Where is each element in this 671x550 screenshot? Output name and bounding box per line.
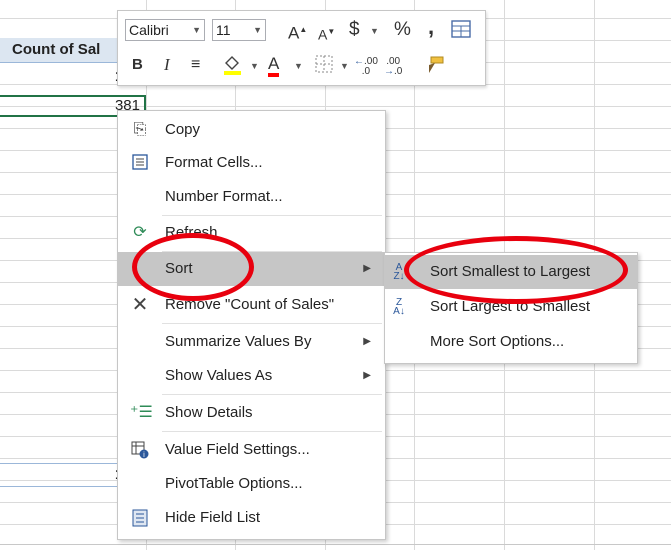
menu-item-label: Show Details bbox=[165, 404, 253, 421]
font-size-box[interactable]: 11 ▼ bbox=[212, 19, 266, 41]
format-cells-icon bbox=[130, 154, 150, 172]
pivot-header-label: Count of Sal bbox=[12, 41, 101, 58]
decrease-decimal-icon[interactable]: .00 →.0 bbox=[384, 57, 402, 77]
annotation-circle-sort bbox=[132, 233, 254, 301]
menu-separator bbox=[162, 394, 382, 395]
center-align-icon[interactable]: ≡ bbox=[191, 55, 200, 75]
format-painter-icon[interactable] bbox=[423, 55, 445, 81]
menu-item-hide-field-list[interactable]: Hide Field List bbox=[118, 501, 385, 535]
field-settings-icon: i bbox=[130, 441, 150, 459]
menu-item-label: Hide Field List bbox=[165, 509, 261, 526]
menu-item-label: Summarize Values By bbox=[165, 333, 312, 350]
sort-descending-icon: Z A↓ bbox=[393, 297, 405, 317]
menu-separator bbox=[162, 431, 382, 432]
chevron-down-icon[interactable]: ▼ bbox=[192, 20, 201, 40]
chevron-right-icon: ▶ bbox=[363, 336, 371, 347]
menu-item-pivottable-options[interactable]: PivotTable Options... bbox=[118, 467, 385, 501]
chevron-down-icon[interactable]: ▼ bbox=[294, 61, 303, 71]
chevron-down-icon[interactable]: ▼ bbox=[340, 61, 349, 71]
borders-icon[interactable] bbox=[315, 55, 333, 79]
chevron-right-icon: ▶ bbox=[363, 263, 371, 274]
percent-style-icon[interactable]: % bbox=[394, 20, 411, 40]
italic-icon[interactable]: I bbox=[164, 55, 170, 75]
annotation-circle-sort-smallest bbox=[404, 236, 628, 304]
context-menu: ⎘ Copy Format Cells... Number Format... … bbox=[117, 110, 386, 540]
copy-icon: ⎘ bbox=[133, 121, 147, 138]
comma-style-icon[interactable]: , bbox=[428, 16, 434, 38]
bold-icon[interactable]: B bbox=[132, 55, 143, 75]
menu-item-label: PivotTable Options... bbox=[165, 475, 303, 492]
chevron-right-icon: ▶ bbox=[363, 370, 371, 381]
format-table-icon[interactable] bbox=[451, 20, 471, 44]
mini-toolbar: Calibri ▼ 11 ▼ A▲ A▼ $ ▼ % , B I ≡ ▼ A ▼… bbox=[117, 10, 486, 86]
refresh-icon: ⟳ bbox=[133, 224, 147, 241]
font-color-icon[interactable]: A bbox=[268, 55, 280, 77]
menu-item-number-format[interactable]: Number Format... bbox=[118, 180, 385, 214]
menu-item-show-details[interactable]: ⁺☰ Show Details bbox=[118, 396, 385, 430]
chevron-down-icon[interactable]: ▼ bbox=[253, 20, 262, 40]
field-list-icon bbox=[130, 509, 150, 527]
font-size-value: 11 bbox=[216, 22, 231, 38]
show-details-icon: ⁺☰ bbox=[130, 404, 153, 421]
menu-item-label: More Sort Options... bbox=[430, 333, 565, 350]
currency-format-icon[interactable]: $ bbox=[349, 20, 360, 40]
increase-font-size-icon[interactable]: A▲ bbox=[288, 20, 307, 44]
menu-item-summarize-values-by[interactable]: Summarize Values By ▶ bbox=[118, 325, 385, 359]
menu-item-label: Format Cells... bbox=[165, 154, 263, 171]
menu-item-value-field-settings[interactable]: i Value Field Settings... bbox=[118, 433, 385, 467]
menu-item-copy[interactable]: ⎘ Copy bbox=[118, 113, 385, 147]
font-name-box[interactable]: Calibri ▼ bbox=[125, 19, 205, 41]
close-icon: ✕ bbox=[131, 294, 149, 316]
menu-separator bbox=[162, 323, 382, 324]
menu-item-label: Number Format... bbox=[165, 188, 283, 205]
menu-item-more-sort-options[interactable]: More Sort Options... bbox=[385, 325, 637, 359]
menu-item-label: Value Field Settings... bbox=[165, 441, 310, 458]
menu-item-show-values-as[interactable]: Show Values As ▶ bbox=[118, 359, 385, 393]
menu-item-label: Show Values As bbox=[165, 367, 273, 384]
font-name-value: Calibri bbox=[129, 22, 169, 38]
svg-text:i: i bbox=[143, 451, 145, 459]
menu-item-format-cells[interactable]: Format Cells... bbox=[118, 146, 385, 180]
window-bottom-edge bbox=[0, 544, 671, 545]
increase-decimal-icon[interactable]: ←.00.0 bbox=[354, 57, 378, 77]
menu-item-label: Copy bbox=[165, 121, 201, 138]
chevron-down-icon[interactable]: ▼ bbox=[250, 61, 259, 71]
fill-color-icon[interactable] bbox=[221, 53, 243, 81]
chevron-down-icon[interactable]: ▼ bbox=[370, 26, 379, 36]
decrease-font-size-icon[interactable]: A▼ bbox=[318, 22, 335, 45]
